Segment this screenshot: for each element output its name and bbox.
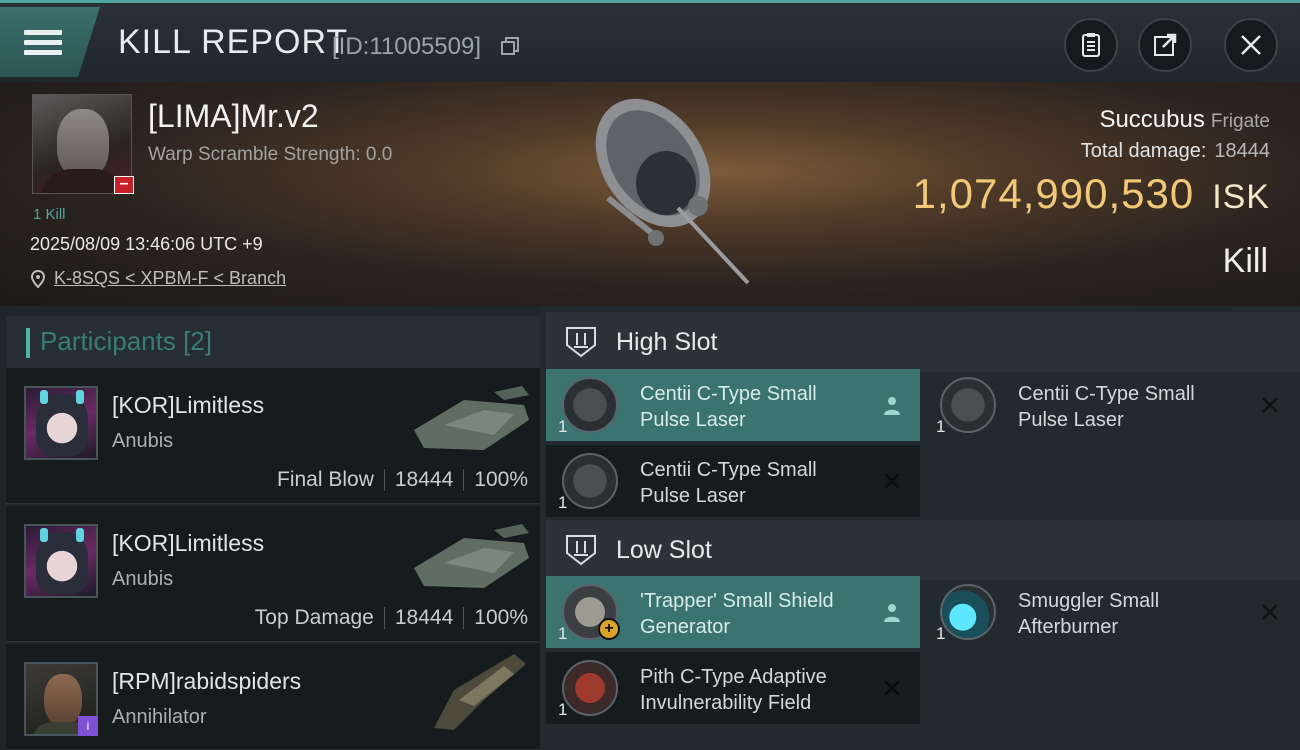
ship-class: Frigate bbox=[1210, 111, 1270, 132]
destroyed-x-icon bbox=[884, 680, 900, 696]
kill-timestamp: 2025/08/09 13:46:06 UTC +9 bbox=[30, 234, 263, 254]
total-damage-value: 18444 bbox=[1214, 140, 1270, 162]
clipboard-icon bbox=[1082, 33, 1100, 57]
warp-scramble-strength: Warp Scramble Strength: 0.0 bbox=[148, 144, 393, 165]
participant-ship: Annihilator bbox=[112, 706, 207, 728]
fitting-panel: High Slot 1 Centii C-Type Small Pulse La… bbox=[540, 306, 1300, 750]
victim-ship-image bbox=[595, 98, 750, 285]
info-badge: i bbox=[78, 716, 98, 736]
location-pin-icon bbox=[30, 269, 46, 288]
kill-location[interactable]: K-8SQS < XPBM-F < Branch bbox=[30, 268, 286, 289]
participant-damage: 18444 bbox=[394, 468, 454, 491]
participant-stats: Final Blow 18444 100% bbox=[277, 468, 528, 492]
module-quantity: 1 bbox=[558, 700, 568, 719]
high-slot-label: High Slot bbox=[616, 327, 718, 356]
pulse-laser-icon bbox=[940, 377, 996, 433]
participant-name: [KOR]Limitless bbox=[112, 530, 265, 556]
participants-header: Participants [2] bbox=[6, 316, 540, 370]
module-quantity: 1 bbox=[558, 493, 568, 512]
module-quantity: 1 bbox=[936, 624, 946, 643]
victim-name[interactable]: [LIMA]Mr.v2 bbox=[148, 98, 319, 135]
share-icon bbox=[1154, 33, 1177, 56]
module-item[interactable]: + 1 'Trapper' Small Shield Generator bbox=[546, 576, 920, 648]
module-item[interactable]: 1 Pith C-Type Adaptive Invulnerability F… bbox=[546, 652, 920, 724]
low-slot-header: Low Slot bbox=[546, 520, 1300, 580]
page-title: KILL REPORT bbox=[118, 23, 349, 61]
destroyed-x-icon bbox=[884, 473, 900, 489]
pulse-laser-icon bbox=[562, 377, 618, 433]
victim-banner: – [LIMA]Mr.v2 Warp Scramble Strength: 0.… bbox=[0, 82, 1300, 306]
plus-badge-icon: + bbox=[598, 618, 620, 640]
participant-ship-image bbox=[434, 654, 526, 730]
top-bar: KILL REPORT [ID:11005509] bbox=[0, 0, 1300, 82]
module-name: Centii C-Type Small Pulse Laser bbox=[640, 459, 817, 507]
module-name: Centii C-Type Small Pulse Laser bbox=[640, 383, 817, 431]
module-quantity: 1 bbox=[558, 624, 568, 643]
participant-row[interactable]: [KOR]Limitless Anubis Final Blow 18444 1… bbox=[6, 368, 540, 504]
hostile-badge: – bbox=[114, 176, 134, 194]
participant-ship: Anubis bbox=[112, 430, 174, 452]
participants-panel: Participants [2] [KOR]Limitless Anubis F… bbox=[0, 306, 540, 750]
participant-stats: Top Damage 18444 100% bbox=[255, 606, 528, 630]
module-name: Smuggler Small Afterburner bbox=[1018, 590, 1160, 638]
kill-count: 1 Kill bbox=[33, 206, 66, 223]
module-item[interactable]: 1 Centii C-Type Small Pulse Laser bbox=[546, 445, 920, 517]
share-button[interactable] bbox=[1138, 18, 1192, 72]
destroyed-x-icon bbox=[1262, 397, 1278, 413]
clipboard-button[interactable] bbox=[1064, 18, 1118, 72]
report-id: [ID:11005509] bbox=[332, 33, 482, 60]
copy-icon[interactable] bbox=[500, 36, 520, 56]
high-slot-header: High Slot bbox=[546, 312, 1300, 372]
participant-damage: 18444 bbox=[394, 606, 454, 629]
dropped-person-icon bbox=[884, 397, 900, 415]
participants-heading: Participants [2] bbox=[40, 326, 212, 356]
module-quantity: 1 bbox=[936, 417, 946, 436]
dropped-person-icon bbox=[884, 604, 900, 622]
high-slot-icon bbox=[566, 327, 596, 358]
module-name: Pith C-Type Adaptive Invulnerability Fie… bbox=[640, 666, 827, 714]
isk-value: 1,074,990,530 ISK bbox=[912, 170, 1270, 217]
participant-name: [RPM]rabidspiders bbox=[112, 668, 302, 694]
close-icon bbox=[1241, 35, 1261, 55]
module-item[interactable]: 1 Smuggler Small Afterburner bbox=[924, 576, 1298, 648]
participant-percent: 100% bbox=[474, 606, 528, 629]
hamburger-icon bbox=[24, 25, 62, 60]
isk-unit: ISK bbox=[1212, 178, 1270, 216]
pulse-laser-icon bbox=[562, 453, 618, 509]
participant-row[interactable]: [KOR]Limitless Anubis Top Damage 18444 1… bbox=[6, 506, 540, 642]
victim-ship-name[interactable]: Succubus Frigate bbox=[1099, 106, 1270, 134]
participant-percent: 100% bbox=[474, 468, 528, 491]
low-slot-label: Low Slot bbox=[616, 535, 712, 564]
module-quantity: 1 bbox=[558, 417, 568, 436]
invulnerability-field-icon bbox=[562, 660, 618, 716]
location-link[interactable]: K-8SQS < XPBM-F < Branch bbox=[54, 268, 286, 289]
destroyed-x-icon bbox=[1262, 604, 1278, 620]
participant-role: Final Blow bbox=[277, 468, 374, 491]
participant-row[interactable]: i [RPM]rabidspiders Annihilator bbox=[6, 644, 540, 750]
module-name: Centii C-Type Small Pulse Laser bbox=[1018, 383, 1195, 431]
menu-button[interactable] bbox=[0, 7, 100, 77]
participant-ship-image bbox=[414, 386, 529, 450]
result-label: Kill bbox=[1222, 242, 1268, 280]
low-slot-icon bbox=[566, 535, 596, 566]
participant-name: [KOR]Limitless bbox=[112, 392, 265, 418]
participant-ship-image bbox=[414, 524, 529, 588]
participant-ship: Anubis bbox=[112, 568, 174, 590]
total-damage: Total damage: 18444 bbox=[1080, 140, 1270, 162]
participant-role: Top Damage bbox=[254, 606, 374, 629]
module-item[interactable]: 1 Centii C-Type Small Pulse Laser bbox=[546, 369, 920, 441]
participant-avatar[interactable] bbox=[24, 386, 98, 460]
module-name: 'Trapper' Small Shield Generator bbox=[640, 590, 834, 638]
participant-avatar[interactable] bbox=[24, 524, 98, 598]
module-item[interactable]: 1 Centii C-Type Small Pulse Laser bbox=[924, 369, 1298, 441]
afterburner-icon bbox=[940, 584, 996, 640]
close-button[interactable] bbox=[1224, 18, 1278, 72]
